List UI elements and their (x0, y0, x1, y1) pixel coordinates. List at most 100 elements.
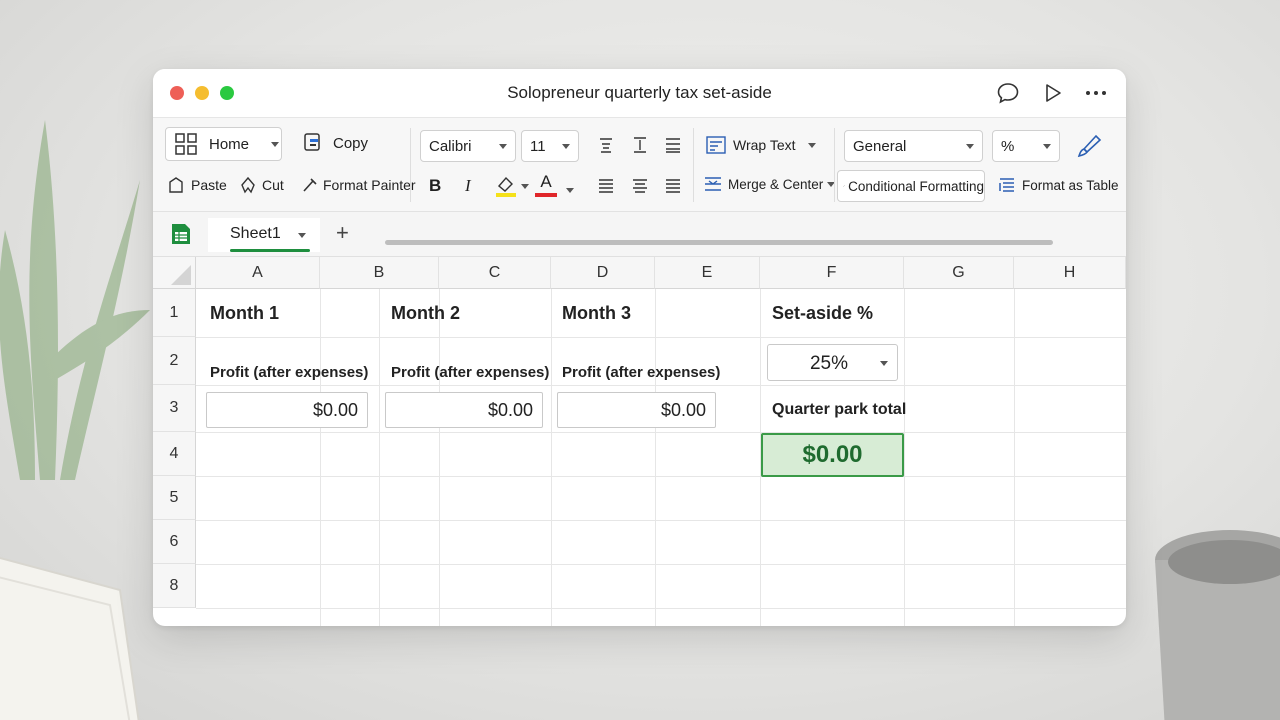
grid-line (1014, 289, 1015, 626)
chevron-down-icon (880, 361, 888, 366)
align-top-icon[interactable] (597, 136, 615, 154)
highlight-color-button[interactable] (495, 174, 529, 198)
sheet-tab-bar: Sheet1 + (153, 212, 1126, 257)
table-format-icon (999, 178, 1014, 192)
grid-view-icon (175, 133, 197, 155)
grid-line (196, 520, 1126, 521)
tab-sheet1[interactable]: Sheet1 (208, 218, 320, 252)
column-header[interactable]: E (655, 257, 760, 289)
format-as-table-button[interactable]: Format as Table (998, 176, 1119, 194)
italic-button[interactable]: I (465, 176, 471, 196)
row-header[interactable]: 2 (153, 337, 196, 385)
quarter-total-label: Quarter park total (772, 401, 907, 418)
spreadsheet-grid: A B C D E F G H 1 2 3 4 5 6 8 Month 1 Mo… (153, 257, 1126, 626)
profit-label: Profit (after expenses) (562, 364, 721, 381)
column-header[interactable]: H (1014, 257, 1126, 289)
number-format-select[interactable]: General (844, 130, 983, 162)
percent-format-select[interactable]: % (992, 130, 1060, 162)
setaside-percent-select[interactable]: 25% (767, 344, 898, 381)
copy-button[interactable]: Copy (303, 132, 368, 154)
font-color-button[interactable]: A (535, 173, 557, 197)
ribbon-separator (693, 128, 694, 202)
chevron-down-icon[interactable] (298, 233, 306, 238)
merge-cells-icon (705, 177, 721, 191)
grid-line (551, 289, 552, 626)
grid-line (196, 476, 1126, 477)
align-bottom-icon[interactable] (664, 136, 682, 154)
row-header[interactable]: 3 (153, 385, 196, 432)
quarter-total-value[interactable]: $0.00 (761, 433, 904, 477)
column-header[interactable]: C (439, 257, 551, 289)
copy-icon (304, 133, 320, 151)
column-header[interactable]: F (760, 257, 904, 289)
row-header[interactable]: 8 (153, 564, 196, 608)
grid-line (196, 432, 1126, 433)
chevron-down-icon (521, 183, 529, 189)
font-size-select[interactable]: 11 (521, 130, 579, 162)
chevron-down-icon (499, 143, 507, 149)
plant-decoration (0, 120, 150, 480)
home-label: Home (209, 135, 250, 153)
spreadsheet-window: Solopreneur quarterly tax set-aside Home (153, 69, 1126, 626)
paste-button[interactable]: Paste (167, 176, 227, 194)
cut-button[interactable]: Cut (239, 176, 284, 194)
ribbon-separator (410, 128, 411, 202)
month2-profit-input[interactable]: $0.00 (385, 392, 543, 428)
bold-button[interactable]: B (429, 176, 441, 196)
grid-line (379, 289, 380, 626)
chevron-down-icon (562, 143, 570, 149)
grid-line (196, 608, 1126, 609)
conditional-formatting-button[interactable]: Conditional Formatting (837, 170, 985, 202)
scissors-icon (241, 176, 255, 194)
merge-center-button[interactable]: Merge & Center (704, 176, 836, 192)
month2-heading: Month 2 (391, 303, 460, 323)
grid-line (655, 289, 656, 626)
format-painter-icon (303, 178, 317, 192)
title-bar: Solopreneur quarterly tax set-aside (153, 69, 1126, 117)
play-icon[interactable] (1040, 81, 1064, 105)
home-menu-button[interactable]: Home (165, 127, 282, 161)
highlighter-icon (496, 176, 516, 197)
active-tab-indicator (230, 249, 310, 252)
format-painter-button[interactable]: Format Painter (301, 176, 416, 194)
chevron-down-icon (271, 141, 280, 147)
grid-line (904, 289, 905, 626)
profit-label: Profit (after expenses) (210, 364, 369, 381)
column-header[interactable]: B (320, 257, 439, 289)
paint-brush-icon[interactable] (1076, 131, 1104, 159)
month1-profit-input[interactable]: $0.00 (206, 392, 368, 428)
row-header[interactable]: 1 (153, 289, 196, 337)
chevron-down-icon (807, 142, 816, 148)
row-header[interactable]: 5 (153, 476, 196, 520)
align-right-icon[interactable] (664, 177, 682, 195)
month3-heading: Month 3 (562, 303, 631, 323)
pencil-icon (843, 185, 845, 187)
sheets-app-icon (172, 224, 190, 244)
align-center-icon[interactable] (631, 177, 649, 195)
select-all-corner[interactable] (153, 257, 196, 289)
grid-line (196, 385, 1126, 386)
month1-heading: Month 1 (210, 303, 279, 323)
chevron-down-icon (966, 143, 974, 149)
comment-icon[interactable] (996, 81, 1020, 105)
column-header[interactable]: G (904, 257, 1014, 289)
mug-decoration (1155, 530, 1280, 720)
horizontal-scrollbar[interactable] (385, 240, 1053, 245)
notebook-decoration (0, 556, 140, 720)
ribbon-separator (834, 128, 835, 202)
align-left-icon[interactable] (597, 177, 615, 195)
font-color-swatch (535, 193, 557, 197)
wrap-text-icon (706, 136, 726, 154)
column-header[interactable]: A (196, 257, 320, 289)
column-header[interactable]: D (551, 257, 655, 289)
font-name-select[interactable]: Calibri (420, 130, 516, 162)
align-middle-icon[interactable] (631, 136, 649, 154)
month3-profit-input[interactable]: $0.00 (557, 392, 716, 428)
row-header[interactable]: 6 (153, 520, 196, 564)
add-sheet-button[interactable]: + (336, 220, 349, 246)
more-options-icon[interactable] (1084, 81, 1108, 105)
chevron-down-icon[interactable] (566, 188, 574, 193)
window-title: Solopreneur quarterly tax set-aside (507, 83, 772, 102)
row-header[interactable]: 4 (153, 432, 196, 476)
wrap-text-button[interactable]: Wrap Text (706, 136, 816, 154)
